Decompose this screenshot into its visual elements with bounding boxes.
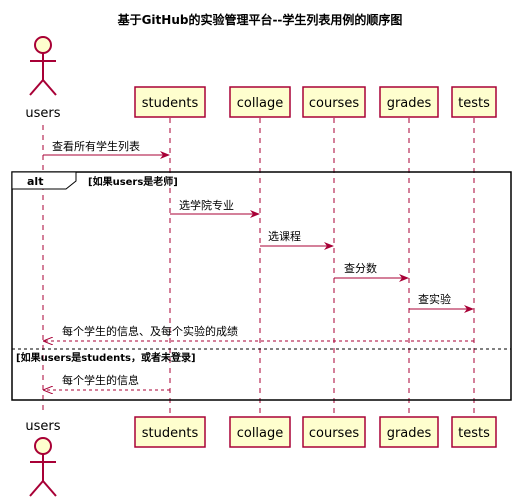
message-label: 查实验	[418, 292, 451, 306]
message-label: 每个学生的信息	[62, 373, 139, 387]
actor-users-bottom: users	[25, 419, 61, 497]
participant-label: collage	[237, 426, 284, 441]
fragment-frame	[11, 171, 512, 401]
participant-courses-bottom: courses	[302, 416, 366, 448]
fragment-operator-tab	[11, 171, 77, 190]
message-label: 每个学生的信息、及每个实验的成绩	[62, 324, 238, 338]
participant-label: collage	[237, 96, 284, 111]
participant-grades-bottom: grades	[379, 416, 439, 448]
participant-courses-top: courses	[302, 86, 366, 118]
sequence-diagram: 基于GitHub的实验管理平台--学生列表用例的顺序图 users users	[11, 12, 512, 497]
participant-label: courses	[309, 426, 359, 441]
fragment-guard-1: [如果users是老师]	[88, 175, 178, 188]
participant-label: courses	[309, 96, 359, 111]
participant-label: grades	[387, 426, 432, 441]
diagram-title: 基于GitHub的实验管理平台--学生列表用例的顺序图	[117, 12, 403, 27]
participant-label: students	[142, 96, 199, 111]
participant-students-top: students	[134, 86, 206, 118]
message-7: 每个学生的信息	[44, 373, 170, 390]
lifelines	[42, 118, 475, 414]
participant-label: tests	[458, 426, 490, 441]
participant-students-bottom: students	[134, 416, 206, 448]
fragment-operator: alt	[27, 175, 43, 188]
participant-tests-top: tests	[451, 86, 497, 118]
participant-label: grades	[387, 96, 432, 111]
actor-users-top: users	[25, 36, 61, 121]
message-2: 选学院专业	[170, 198, 260, 218]
participant-label: students	[142, 426, 199, 441]
fragment-guard-2: [如果users是students，或者未登录]	[16, 351, 196, 364]
message-label: 查看所有学生列表	[52, 139, 140, 153]
actor-label-top: users	[25, 106, 60, 121]
message-1: 查看所有学生列表	[43, 139, 170, 159]
message-label: 选学院专业	[179, 198, 234, 212]
message-label: 查分数	[344, 261, 377, 275]
message-4: 查分数	[334, 261, 409, 282]
participant-tests-bottom: tests	[451, 416, 497, 448]
alt-fragment: alt [如果users是老师] [如果users是students，或者未登录…	[11, 171, 512, 401]
participant-collage-top: collage	[229, 86, 291, 118]
participant-grades-top: grades	[379, 86, 439, 118]
stick-figure-icon	[29, 437, 57, 497]
participant-collage-bottom: collage	[229, 416, 291, 448]
stick-figure-icon	[29, 36, 57, 96]
message-label: 选课程	[268, 230, 301, 243]
actor-label-bottom: users	[25, 419, 60, 434]
message-3: 选课程	[260, 230, 334, 250]
message-5: 查实验	[409, 292, 474, 313]
participant-label: tests	[458, 96, 490, 111]
